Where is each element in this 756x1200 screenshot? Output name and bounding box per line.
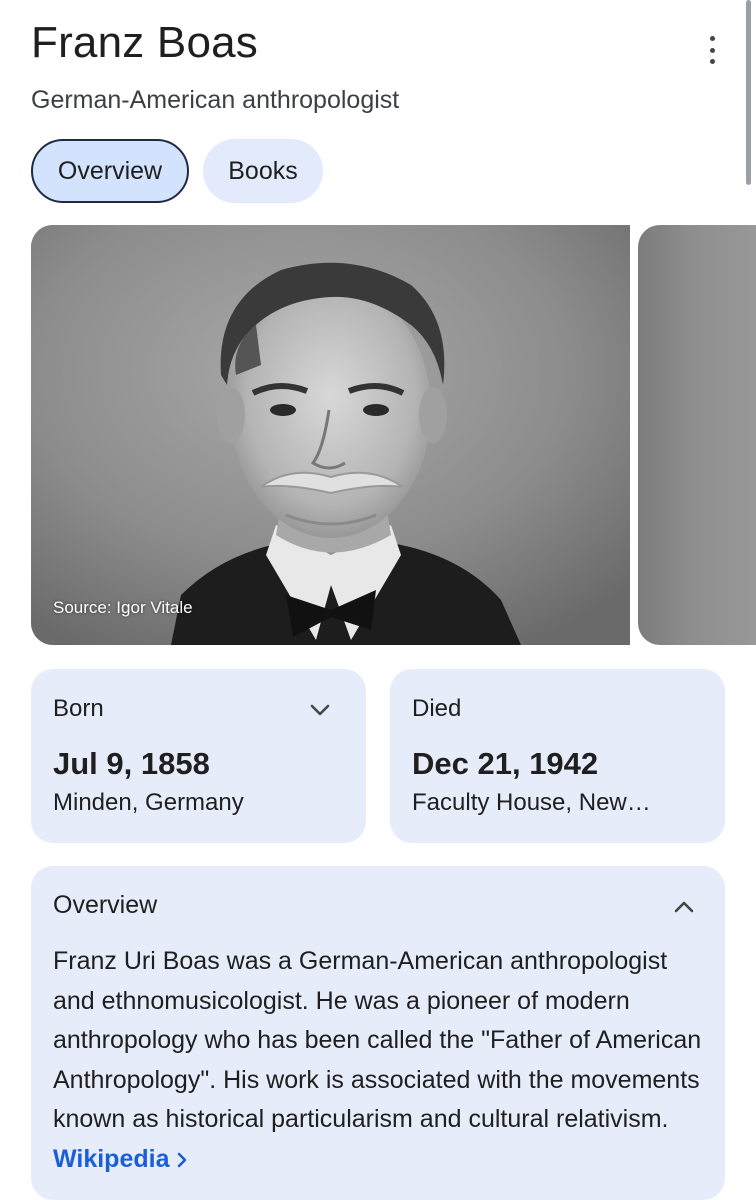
kebab-dot <box>709 47 715 53</box>
page-subtitle: German-American anthropologist <box>31 86 400 114</box>
kebab-dot <box>709 36 715 41</box>
knowledge-panel: Franz Boas German-American anthropologis… <box>0 0 756 1200</box>
page-title: Franz Boas <box>31 18 258 67</box>
scrollbar[interactable] <box>746 0 751 185</box>
image-source-caption: Source: Igor Vitale <box>53 598 193 617</box>
died-card[interactable]: Died Dec 21, 1942 Faculty House, New… <box>390 669 725 843</box>
chevron-up-icon[interactable] <box>673 896 695 918</box>
born-label: Born <box>53 695 104 722</box>
died-label: Died <box>412 695 462 722</box>
died-date: Dec 21, 1942 <box>412 746 599 781</box>
wikipedia-link[interactable]: Wikipedia <box>53 1145 188 1173</box>
overview-text: Franz Uri Boas was a German-American ant… <box>53 947 702 1133</box>
overview-title: Overview <box>53 891 158 919</box>
next-image-preview[interactable] <box>638 225 756 645</box>
overview-description: Franz Uri Boas was a German-American ant… <box>53 942 713 1179</box>
born-place: Minden, Germany <box>53 789 244 816</box>
overview-card: Overview Franz Uri Boas was a German-Ame… <box>31 866 725 1200</box>
portrait-illustration <box>31 225 630 645</box>
tab-bar: Overview Books <box>31 139 323 203</box>
chevron-down-icon[interactable] <box>309 699 331 721</box>
born-card[interactable]: Born Jul 9, 1858 Minden, Germany <box>31 669 366 843</box>
wikipedia-link-label: Wikipedia <box>53 1144 170 1173</box>
tab-overview[interactable]: Overview <box>31 139 189 203</box>
tab-books[interactable]: Books <box>203 139 323 203</box>
born-date: Jul 9, 1858 <box>53 746 210 781</box>
more-vert-icon[interactable] <box>702 36 722 64</box>
died-place: Faculty House, New… <box>412 789 651 816</box>
portrait-image[interactable]: Source: Igor Vitale <box>31 225 630 645</box>
kebab-dot <box>709 59 715 64</box>
chevron-right-icon <box>178 1152 187 1167</box>
